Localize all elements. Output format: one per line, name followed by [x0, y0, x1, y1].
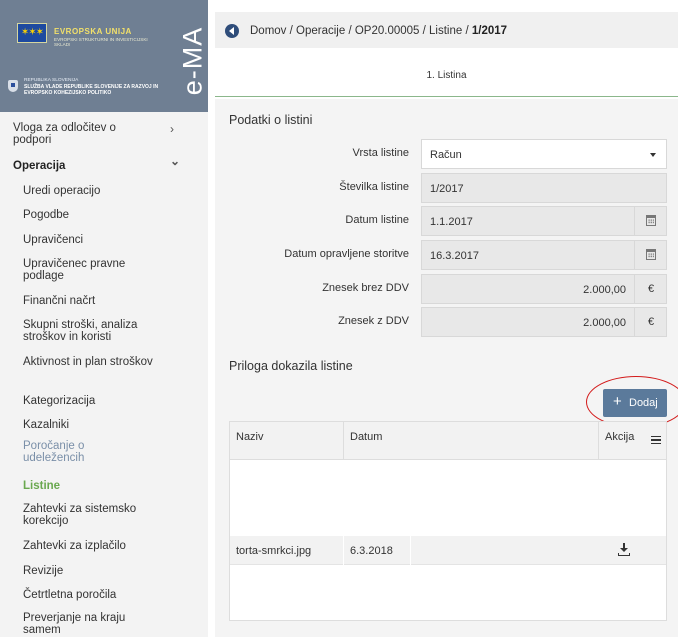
table-row[interactable]: torta-smrkci.jpg 6.3.2018	[230, 536, 666, 565]
breadcrumb-current: 1/2017	[471, 25, 508, 37]
amount-without-vat-input[interactable]: 2.000,00 €	[421, 274, 667, 304]
sidebar-item-label: Upravičenci	[23, 234, 84, 246]
attachments-table: Naziv Datum Akcija torta-smrkci.jpg 6.3.…	[229, 421, 667, 621]
breadcrumb-separator: /	[462, 25, 472, 37]
section-title: Podatki o listini	[229, 113, 313, 127]
breadcrumb: Domov / Operacije / OP20.00005 / Listine…	[215, 12, 678, 48]
table-header: Naziv Datum Akcija	[230, 422, 666, 460]
column-divider	[343, 536, 344, 565]
cell-datum: 6.3.2018	[350, 545, 393, 557]
calendar-button[interactable]	[634, 207, 666, 235]
field-label: Datum opravljene storitve	[284, 248, 409, 260]
input-value: 16.3.2017	[430, 250, 479, 262]
breadcrumb-operacija-id[interactable]: OP20.00005	[355, 25, 420, 37]
section-title: Priloga dokazila listine	[229, 359, 353, 373]
document-details-panel: Podatki o listini Vrsta listine Račun Št…	[215, 99, 678, 346]
field-label: Številka listine	[339, 181, 409, 193]
gov-service-name: SLUŽBA VLADE REPUBLIKE SLOVENIJE ZA RAZV…	[24, 84, 159, 96]
app-name: e-MA	[177, 26, 208, 96]
select-value: Račun	[430, 149, 462, 161]
sidebar-item-label: Kazalniki	[23, 419, 70, 431]
slovenia-crest-icon	[8, 80, 18, 92]
download-icon[interactable]	[618, 543, 632, 557]
document-date-input[interactable]: 1.1.2017	[421, 206, 667, 236]
calendar-icon	[646, 215, 656, 226]
input-value: 2.000,00	[583, 284, 626, 296]
sidebar-item-label: Finančni načrt	[23, 295, 96, 307]
column-header-akcija: Akcija	[605, 431, 635, 443]
euro-icon: €	[647, 283, 655, 295]
breadcrumb-home[interactable]: Domov	[250, 25, 286, 37]
column-header-datum[interactable]: Datum	[350, 431, 382, 443]
column-menu-icon[interactable]	[651, 436, 661, 444]
breadcrumb-separator: /	[419, 25, 430, 37]
page: ✶✶✶ EVROPSKA UNIJA EVROPSKI STRUKTURNI I…	[0, 0, 678, 637]
euro-icon: €	[647, 316, 655, 328]
chevron-down-icon	[650, 153, 656, 157]
calendar-icon	[646, 249, 656, 260]
input-value: 1.1.2017	[430, 216, 473, 228]
input-value: 2.000,00	[583, 317, 626, 329]
field-stevilka-listine: Številka listine 1/2017	[215, 173, 678, 203]
tab-listina[interactable]: 1. Listina	[215, 70, 678, 81]
eu-subtitle: EVROPSKI STRUKTURNI IN INVESTICIJSKI SKL…	[54, 37, 148, 47]
breadcrumb-separator: /	[345, 25, 355, 37]
sidebar-item-label: Poročanje o udeležencih	[23, 440, 85, 464]
sidebar-item-label: Zahtevki za izplačilo	[23, 540, 126, 552]
tab-bar: 1. Listina	[215, 57, 678, 97]
field-label: Znesek brez DDV	[322, 282, 409, 294]
sidebar-item-label: Listine	[23, 480, 61, 492]
input-value: 1/2017	[430, 183, 464, 195]
document-type-select[interactable]: Račun	[421, 139, 667, 169]
currency-addon: €	[634, 275, 666, 303]
sidebar-item-label: Revizije	[23, 565, 64, 577]
cell-naziv: torta-smrkci.jpg	[236, 545, 312, 557]
sidebar: ✶✶✶ EVROPSKA UNIJA EVROPSKI STRUKTURNI I…	[0, 0, 208, 637]
sidebar-item-label: Upravičenec pravne podlage	[23, 258, 126, 282]
amount-with-vat-input[interactable]: 2.000,00 €	[421, 307, 667, 337]
sidebar-item-label: Aktivnost in plan stroškov	[23, 356, 153, 368]
field-label: Datum listine	[345, 214, 409, 226]
field-vrsta-listine: Vrsta listine Račun	[215, 139, 678, 169]
sidebar-item-label: Zahtevki za sistemsko korekcijo	[23, 503, 137, 527]
field-label: Znesek z DDV	[338, 315, 409, 327]
app-logo: e-MA	[178, 18, 208, 104]
sidebar-item-label: Pogodbe	[23, 209, 70, 221]
sidebar-item-label: Operacija	[13, 160, 66, 172]
eu-flag-icon: ✶✶✶	[17, 23, 47, 43]
attachments-panel: Priloga dokazila listine + Dodaj Naziv D…	[215, 345, 678, 637]
gov-small-title: REPUBLIKA SLOVENIJA	[24, 78, 79, 83]
sidebar-item-label: Vloga za odločitev o podpori	[13, 122, 116, 146]
sidebar-item-vloga[interactable]: Vloga za odločitev o podpori ›	[0, 122, 208, 150]
sidebar-item-label: Uredi operacijo	[23, 185, 101, 197]
logo-banner[interactable]: ✶✶✶ EVROPSKA UNIJA EVROPSKI STRUKTURNI I…	[0, 0, 208, 112]
field-datum-storitve: Datum opravljene storitve 16.3.2017	[215, 240, 678, 270]
breadcrumb-operacije[interactable]: Operacije	[296, 25, 345, 37]
service-date-input[interactable]: 16.3.2017	[421, 240, 667, 270]
column-header-naziv[interactable]: Naziv	[236, 431, 264, 443]
breadcrumb-trail: Domov / Operacije / OP20.00005 / Listine…	[250, 25, 507, 37]
column-divider	[598, 422, 599, 460]
field-znesek-brez-ddv: Znesek brez DDV 2.000,00 €	[215, 274, 678, 304]
sidebar-item-label: Četrtletna poročila	[23, 589, 117, 601]
column-divider	[343, 422, 344, 460]
chevron-down-icon: ⌄	[170, 154, 181, 168]
field-label: Vrsta listine	[352, 147, 409, 159]
breadcrumb-separator: /	[286, 25, 297, 37]
currency-addon: €	[634, 308, 666, 336]
breadcrumb-listine[interactable]: Listine	[429, 25, 462, 37]
sidebar-item-label: Preverjanje na kraju samem	[23, 612, 126, 636]
sidebar-item-label: Skupni stroški, analiza stroškov in kori…	[23, 319, 138, 343]
document-number-input[interactable]: 1/2017	[421, 173, 667, 203]
field-znesek-z-ddv: Znesek z DDV 2.000,00 €	[215, 307, 678, 337]
calendar-button[interactable]	[634, 241, 666, 269]
sidebar-item-label: Kategorizacija	[23, 395, 96, 407]
column-divider	[410, 536, 411, 565]
eu-title: EVROPSKA UNIJA	[54, 27, 132, 36]
chevron-right-icon: ›	[170, 122, 174, 136]
field-datum-listine: Datum listine 1.1.2017	[215, 206, 678, 236]
back-arrow-icon[interactable]	[225, 24, 239, 38]
